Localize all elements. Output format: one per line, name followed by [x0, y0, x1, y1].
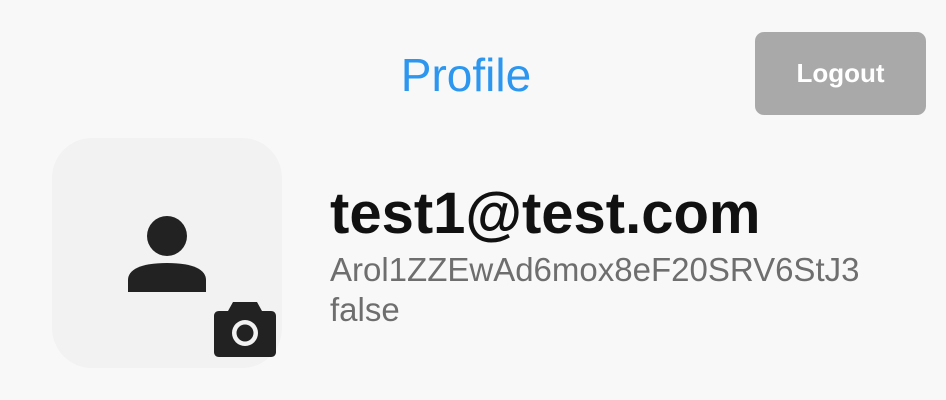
camera-icon[interactable]	[213, 300, 277, 358]
logout-button[interactable]: Logout	[755, 32, 926, 115]
user-uid: Arol1ZZEwAd6mox8eF20SRV6StJ3	[330, 251, 860, 288]
user-info: test1@test.com Arol1ZZEwAd6mox8eF20SRV6S…	[330, 182, 859, 330]
email-verified-status: false	[330, 291, 400, 328]
user-email: test1@test.com	[330, 181, 761, 246]
profile-screen: Profile Logout test1@test.com Arol1ZZEwA…	[0, 0, 946, 400]
person-icon	[128, 216, 206, 292]
